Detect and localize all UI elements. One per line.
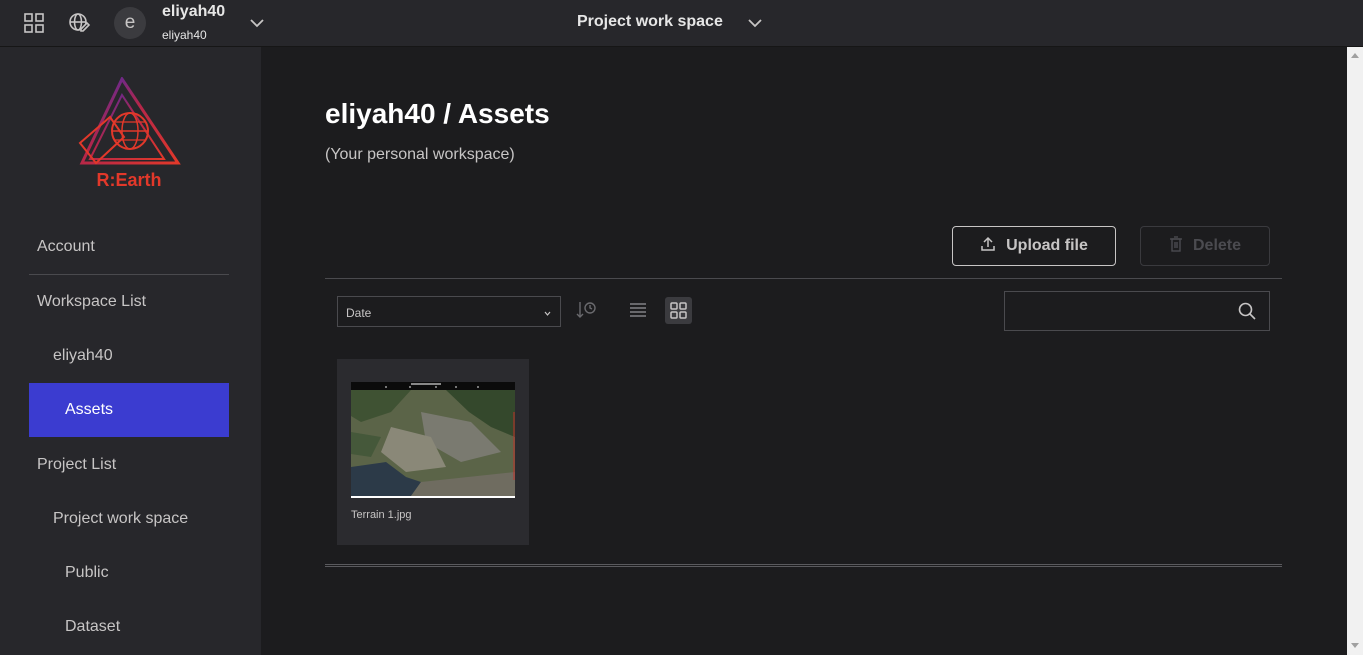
- chevron-down-icon[interactable]: [247, 13, 267, 33]
- reearth-logo[interactable]: R:Earth: [76, 75, 182, 191]
- search-input[interactable]: [1004, 291, 1270, 331]
- sidebar-item-workspace[interactable]: eliyah40: [53, 347, 113, 365]
- sidebar-item-project[interactable]: Project work space: [53, 510, 188, 528]
- top-bar: e eliyah40 eliyah40 Project work space: [0, 0, 1363, 47]
- sidebar-item-account[interactable]: Account: [37, 238, 95, 256]
- sidebar-item-assets-label[interactable]: Assets: [65, 401, 113, 419]
- sort-select[interactable]: Date: [337, 296, 561, 327]
- delete-button[interactable]: Delete: [1140, 226, 1270, 266]
- scroll-arrows-icon: [1351, 53, 1359, 648]
- sidebar-item-dataset[interactable]: Dataset: [65, 618, 120, 636]
- upload-file-label: Upload file: [1006, 237, 1088, 254]
- asset-name: Terrain 1.jpg: [351, 509, 412, 521]
- logo-text: R:Earth: [96, 170, 161, 190]
- avatar[interactable]: e: [114, 7, 146, 39]
- asset-card[interactable]: Terrain 1.jpg: [337, 359, 529, 545]
- sidebar: R:Earth Account Workspace List eliyah40 …: [0, 47, 261, 655]
- main-content: eliyah40 / Assets (Your personal workspa…: [261, 47, 1347, 655]
- sort-order-icon[interactable]: [575, 299, 597, 321]
- page-subtitle: (Your personal workspace): [325, 146, 515, 163]
- grid-view-icon: [670, 302, 687, 319]
- chevron-down-icon[interactable]: [745, 13, 765, 33]
- scrollbar[interactable]: [1347, 47, 1363, 655]
- page-title: eliyah40 / Assets: [325, 98, 550, 129]
- workspace-subtitle: eliyah40: [162, 28, 207, 42]
- sort-select-value: Date: [346, 306, 372, 320]
- sidebar-item-assets[interactable]: [29, 383, 229, 437]
- chevron-down-icon: [543, 307, 552, 316]
- sidebar-item-project-list[interactable]: Project List: [37, 456, 116, 474]
- dashboard-grid-icon[interactable]: [22, 11, 46, 35]
- trash-icon: [1169, 235, 1183, 257]
- divider: [325, 564, 1282, 567]
- divider: [325, 278, 1282, 279]
- grid-view-button[interactable]: [665, 297, 692, 324]
- upload-file-button[interactable]: Upload file: [952, 226, 1116, 266]
- sidebar-item-public[interactable]: Public: [65, 564, 109, 582]
- upload-icon: [980, 236, 996, 257]
- globe-edit-icon[interactable]: [67, 11, 91, 35]
- sidebar-item-workspace-list[interactable]: Workspace List: [37, 293, 146, 311]
- sidebar-divider: [29, 274, 229, 275]
- asset-thumbnail: [351, 382, 515, 498]
- list-view-icon[interactable]: [627, 299, 649, 321]
- delete-label: Delete: [1192, 237, 1242, 254]
- project-title[interactable]: Project work space: [577, 13, 723, 31]
- search-icon[interactable]: [1237, 301, 1257, 321]
- workspace-name[interactable]: eliyah40: [162, 3, 225, 21]
